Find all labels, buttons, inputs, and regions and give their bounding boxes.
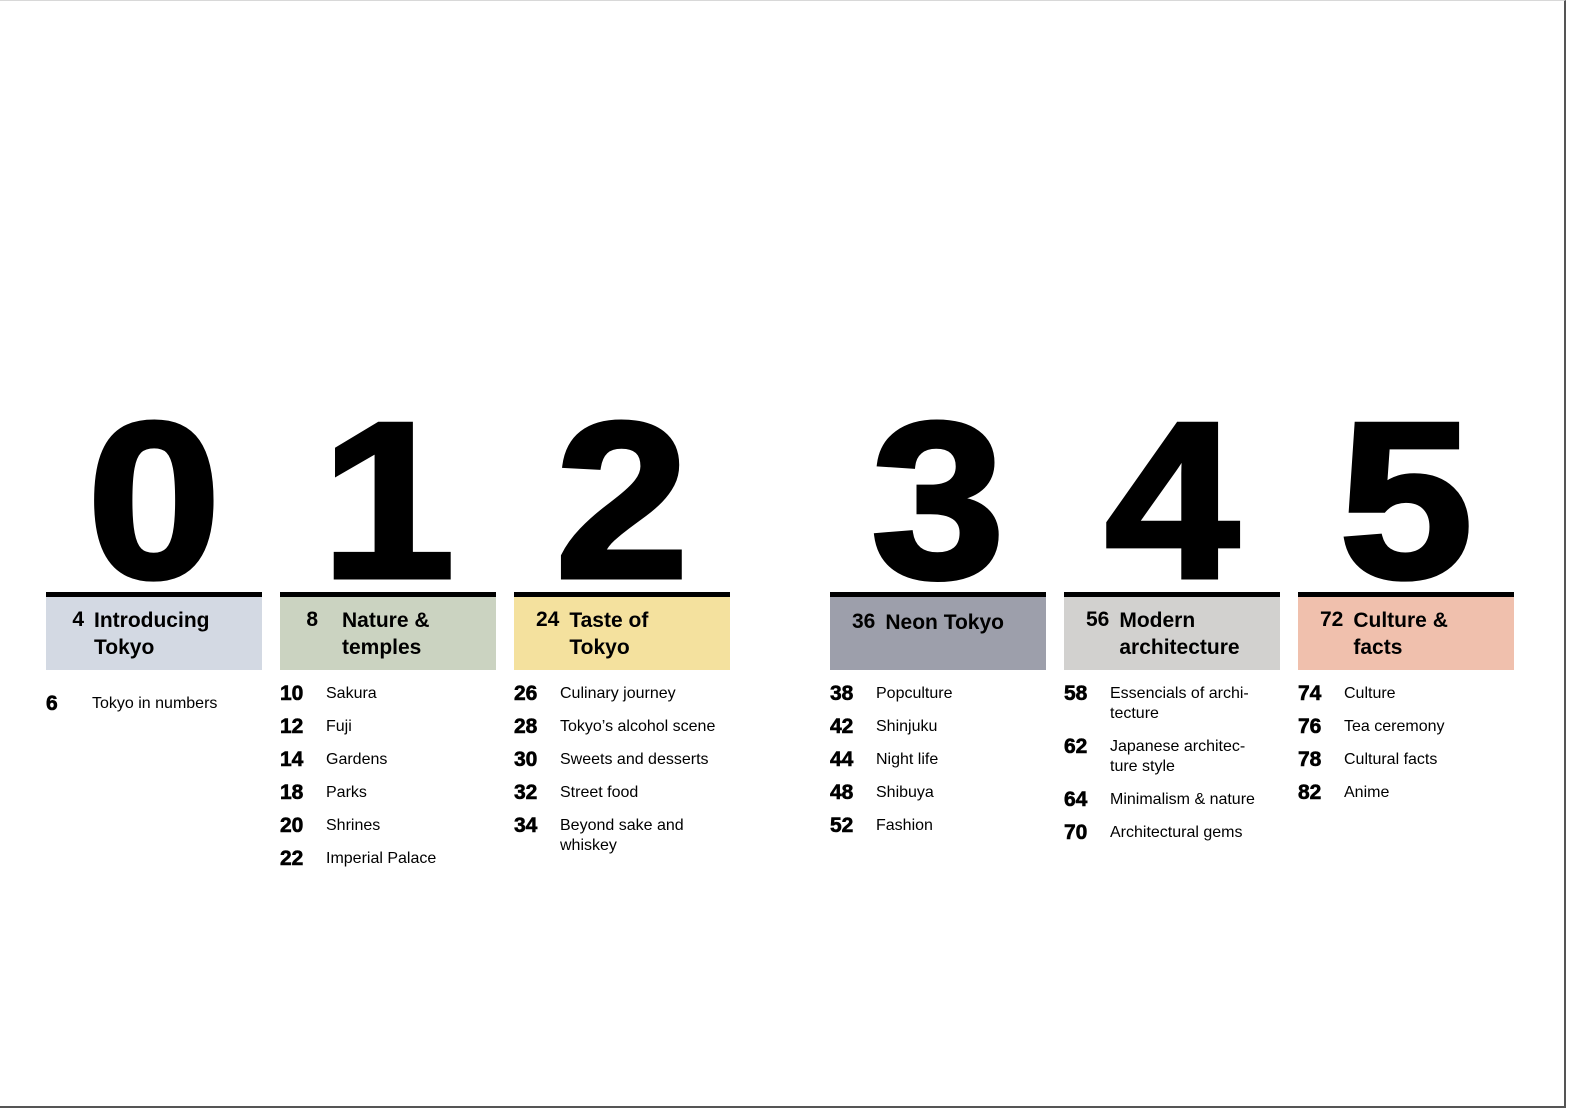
entry-title: Anime	[1344, 784, 1390, 801]
list-item[interactable]: 38 Popculture	[830, 682, 1046, 705]
list-item[interactable]: 10 Sakura	[280, 682, 496, 705]
chapter-number: 5	[1337, 377, 1476, 625]
chapter-1: 1 8 Nature & temples 10 Sakura 12 Fuji 1…	[280, 380, 496, 882]
chapter-0: 0 4 Introducing Tokyo 6 Tokyo in numbers	[46, 380, 262, 727]
entry-title: Shibuya	[876, 784, 934, 801]
entry-page-number: 64	[1064, 788, 1088, 811]
entry-title: Parks	[326, 784, 367, 801]
list-item[interactable]: 58 Essencials of archi-tecture	[1064, 682, 1280, 724]
entry-title: Fashion	[876, 817, 933, 834]
list-item[interactable]: 78 Cultural facts	[1298, 748, 1514, 771]
chapter-4: 4 56 Modern architecture 58 Essencials o…	[1064, 380, 1280, 856]
entry-title: Culinary journey	[560, 685, 676, 702]
chapter-number: 4	[1103, 377, 1242, 625]
list-item[interactable]: 28 Tokyo’s alcohol scene	[514, 715, 730, 738]
entry-title: Japanese architec-ture style	[1110, 738, 1246, 775]
chapter-page-number: 8	[306, 607, 318, 631]
list-item[interactable]: 42 Shinjuku	[830, 715, 1046, 738]
entry-page-number: 34	[514, 814, 538, 837]
entry-page-number: 6	[46, 692, 58, 715]
entry-title: Shrines	[326, 817, 381, 834]
entry-page-number: 58	[1064, 682, 1088, 705]
entry-page-number: 48	[830, 781, 854, 804]
entry-title: Popculture	[876, 685, 953, 702]
list-item[interactable]: 12 Fuji	[280, 715, 496, 738]
list-item[interactable]: 70 Architectural gems	[1064, 821, 1280, 844]
entry-page-number: 44	[830, 748, 854, 771]
list-item[interactable]: 18 Parks	[280, 781, 496, 804]
list-item[interactable]: 14 Gardens	[280, 748, 496, 771]
list-item[interactable]: 26 Culinary journey	[514, 682, 730, 705]
entry-title: Imperial Palace	[326, 850, 437, 867]
chapter-5: 5 72 Culture & facts 74 Culture 76 Tea c…	[1298, 380, 1514, 816]
entry-title: Gardens	[326, 751, 388, 768]
entry-title: Cultural facts	[1344, 751, 1438, 768]
entry-page-number: 10	[280, 682, 304, 705]
chapter-number: 1	[319, 377, 458, 625]
list-item[interactable]: 6 Tokyo in numbers	[46, 692, 262, 715]
entry-page-number: 28	[514, 715, 538, 738]
chapter-page-number: 4	[72, 607, 84, 631]
entry-title: Fuji	[326, 718, 352, 735]
entry-page-number: 12	[280, 715, 304, 738]
entry-list: 58 Essencials of archi-tecture 62 Japane…	[1064, 682, 1280, 844]
chapter-number: 2	[553, 377, 692, 625]
entry-list: 74 Culture 76 Tea ceremony 78 Cultural f…	[1298, 682, 1514, 804]
list-item[interactable]: 62 Japanese architec-ture style	[1064, 735, 1280, 777]
entry-page-number: 18	[280, 781, 304, 804]
entry-title: Tokyo’s alcohol scene	[560, 718, 716, 735]
entry-title: Sweets and desserts	[560, 751, 709, 768]
entry-title: Architectural gems	[1110, 824, 1243, 841]
entry-title: Tea ceremony	[1344, 718, 1445, 735]
list-item[interactable]: 44 Night life	[830, 748, 1046, 771]
entry-title: Beyond sake and whiskey	[560, 817, 684, 854]
entry-title: Night life	[876, 751, 939, 768]
entry-title: Minimalism & nature	[1110, 791, 1255, 808]
entry-page-number: 38	[830, 682, 854, 705]
chapter-number: 0	[85, 377, 224, 625]
list-item[interactable]: 52 Fashion	[830, 814, 1046, 837]
entry-title: Culture	[1344, 685, 1396, 702]
entry-title: Tokyo in numbers	[92, 695, 218, 712]
entry-title: Sakura	[326, 685, 377, 702]
entry-page-number: 42	[830, 715, 854, 738]
list-item[interactable]: 74 Culture	[1298, 682, 1514, 705]
list-item[interactable]: 22 Imperial Palace	[280, 847, 496, 870]
entry-page-number: 30	[514, 748, 538, 771]
entry-page-number: 32	[514, 781, 538, 804]
entry-page-number: 14	[280, 748, 304, 771]
entry-title: Street food	[560, 784, 639, 801]
entry-page-number: 52	[830, 814, 854, 837]
list-item[interactable]: 82 Anime	[1298, 781, 1514, 804]
entry-page-number: 82	[1298, 781, 1322, 804]
list-item[interactable]: 30 Sweets and desserts	[514, 748, 730, 771]
entry-page-number: 22	[280, 847, 304, 870]
entry-title: Shinjuku	[876, 718, 938, 735]
entry-page-number: 76	[1298, 715, 1322, 738]
chapter-3: 3 36 Neon Tokyo 38 Popculture 42 Shinjuk…	[830, 380, 1046, 849]
entry-page-number: 74	[1298, 682, 1322, 705]
entry-title: Essencials of archi-tecture	[1110, 685, 1249, 722]
list-item[interactable]: 64 Minimalism & nature	[1064, 788, 1280, 811]
chapter-2: 2 24 Taste of Tokyo 26 Culinary journey …	[514, 380, 730, 869]
entry-page-number: 62	[1064, 735, 1088, 758]
entry-page-number: 20	[280, 814, 304, 837]
list-item[interactable]: 34 Beyond sake and whiskey	[514, 814, 730, 856]
list-item[interactable]: 20 Shrines	[280, 814, 496, 837]
list-item[interactable]: 76 Tea ceremony	[1298, 715, 1514, 738]
entry-page-number: 70	[1064, 821, 1088, 844]
list-item[interactable]: 32 Street food	[514, 781, 730, 804]
chapter-number: 3	[869, 377, 1008, 625]
entry-list: 38 Popculture 42 Shinjuku 44 Night life …	[830, 682, 1046, 837]
entry-list: 26 Culinary journey 28 Tokyo’s alcohol s…	[514, 682, 730, 856]
entry-page-number: 78	[1298, 748, 1322, 771]
entry-list: 6 Tokyo in numbers	[46, 692, 262, 715]
entry-page-number: 26	[514, 682, 538, 705]
entry-list: 10 Sakura 12 Fuji 14 Gardens 18 Parks 20…	[280, 682, 496, 870]
list-item[interactable]: 48 Shibuya	[830, 781, 1046, 804]
